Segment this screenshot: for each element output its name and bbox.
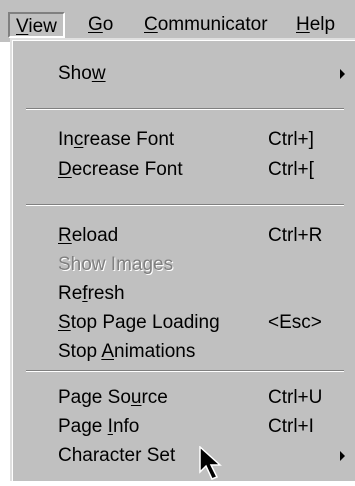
menu-go-label-post: o (102, 14, 114, 35)
menu-view-label-post: iew (28, 16, 57, 37)
submenu-arrow-icon (340, 451, 345, 461)
menu-item-reload-mnemonic: R (58, 225, 72, 246)
menu-item-stop-animations[interactable]: Stop Animations (58, 338, 353, 366)
menu-item-stop-page-loading-shortcut: <Esc> (268, 312, 322, 333)
menu-bar: View Go Communicator Help (0, 0, 355, 42)
submenu-arrow-icon (340, 69, 345, 79)
mouse-pointer-icon (199, 446, 222, 480)
menu-item-character-set-label: Character Set (58, 445, 176, 466)
menu-item-show-label-pre: Sho (58, 63, 92, 84)
menu-item-stop-page-loading-label-post: top Page Loading (70, 312, 220, 333)
menu-item-decrease-font-mnemonic: D (58, 159, 72, 180)
menu-item-reload-label-post: eload (71, 225, 119, 246)
menu-communicator-label-post: ommunicator (157, 14, 268, 35)
menu-separator (26, 204, 344, 206)
menu-item-stop-page-loading-mnemonic: S (58, 312, 71, 333)
menu-view-mnemonic: V (16, 16, 29, 37)
menu-item-page-info-label-pre: Page (58, 416, 108, 437)
menu-item-page-info-shortcut: Ctrl+I (268, 416, 314, 437)
menu-item-page-source-label-post: rce (141, 387, 168, 408)
menu-item-decrease-font[interactable]: Decrease Font Ctrl+[ (58, 156, 353, 184)
menu-item-show[interactable]: Show (58, 60, 353, 88)
menu-help[interactable]: Help (296, 14, 335, 36)
menu-item-page-source-label-pre: Page So (58, 387, 131, 408)
view-dropdown-menu: Show Increase Font Ctrl+] Decrease Font … (10, 38, 355, 481)
menu-item-decrease-font-shortcut: Ctrl+[ (268, 159, 314, 180)
menu-item-stop-animations-label-pre: Stop (58, 341, 102, 362)
menu-item-stop-page-loading[interactable]: Stop Page Loading <Esc> (58, 309, 353, 337)
menu-item-page-source-mnemonic: u (130, 387, 142, 408)
menu-item-decrease-font-label-post: ecrease Font (71, 159, 183, 180)
menu-go-mnemonic: G (88, 14, 103, 35)
menu-item-reload-shortcut: Ctrl+R (268, 225, 323, 246)
menu-item-stop-animations-label-post: nimations (114, 341, 196, 362)
menu-item-page-source-shortcut: Ctrl+U (268, 387, 323, 408)
menu-item-stop-animations-mnemonic: A (101, 341, 115, 362)
menu-item-page-info-label-post: nfo (112, 416, 140, 437)
menu-separator (26, 108, 344, 110)
menu-separator (26, 370, 344, 372)
menu-item-show-mnemonic: w (91, 63, 106, 84)
menu-communicator-mnemonic: C (144, 14, 158, 35)
menu-item-show-images: Show Images (58, 251, 353, 279)
menu-item-increase-font-shortcut: Ctrl+] (268, 129, 314, 150)
menu-item-reload[interactable]: Reload Ctrl+R (58, 222, 353, 250)
menu-help-label-post: elp (309, 14, 336, 35)
menu-help-mnemonic: H (296, 14, 310, 35)
menu-go[interactable]: Go (88, 14, 113, 36)
menu-item-show-images-label: Show Images (58, 254, 174, 275)
menu-view[interactable]: View (8, 12, 65, 38)
menu-communicator[interactable]: Communicator (144, 14, 268, 36)
menu-item-refresh[interactable]: Refresh (58, 280, 353, 308)
menu-item-increase-font[interactable]: Increase Font Ctrl+] (58, 126, 353, 154)
menu-item-page-source[interactable]: Page Source Ctrl+U (58, 384, 353, 412)
menu-item-increase-font-label-pre: In (58, 129, 74, 150)
menu-item-refresh-label-pre: Re (58, 283, 83, 304)
menu-item-increase-font-label-post: rease Font (83, 129, 175, 150)
menu-item-page-info[interactable]: Page Info Ctrl+I (58, 413, 353, 441)
menu-item-increase-font-mnemonic: c (73, 129, 84, 150)
menu-item-refresh-label-post: resh (87, 283, 125, 304)
